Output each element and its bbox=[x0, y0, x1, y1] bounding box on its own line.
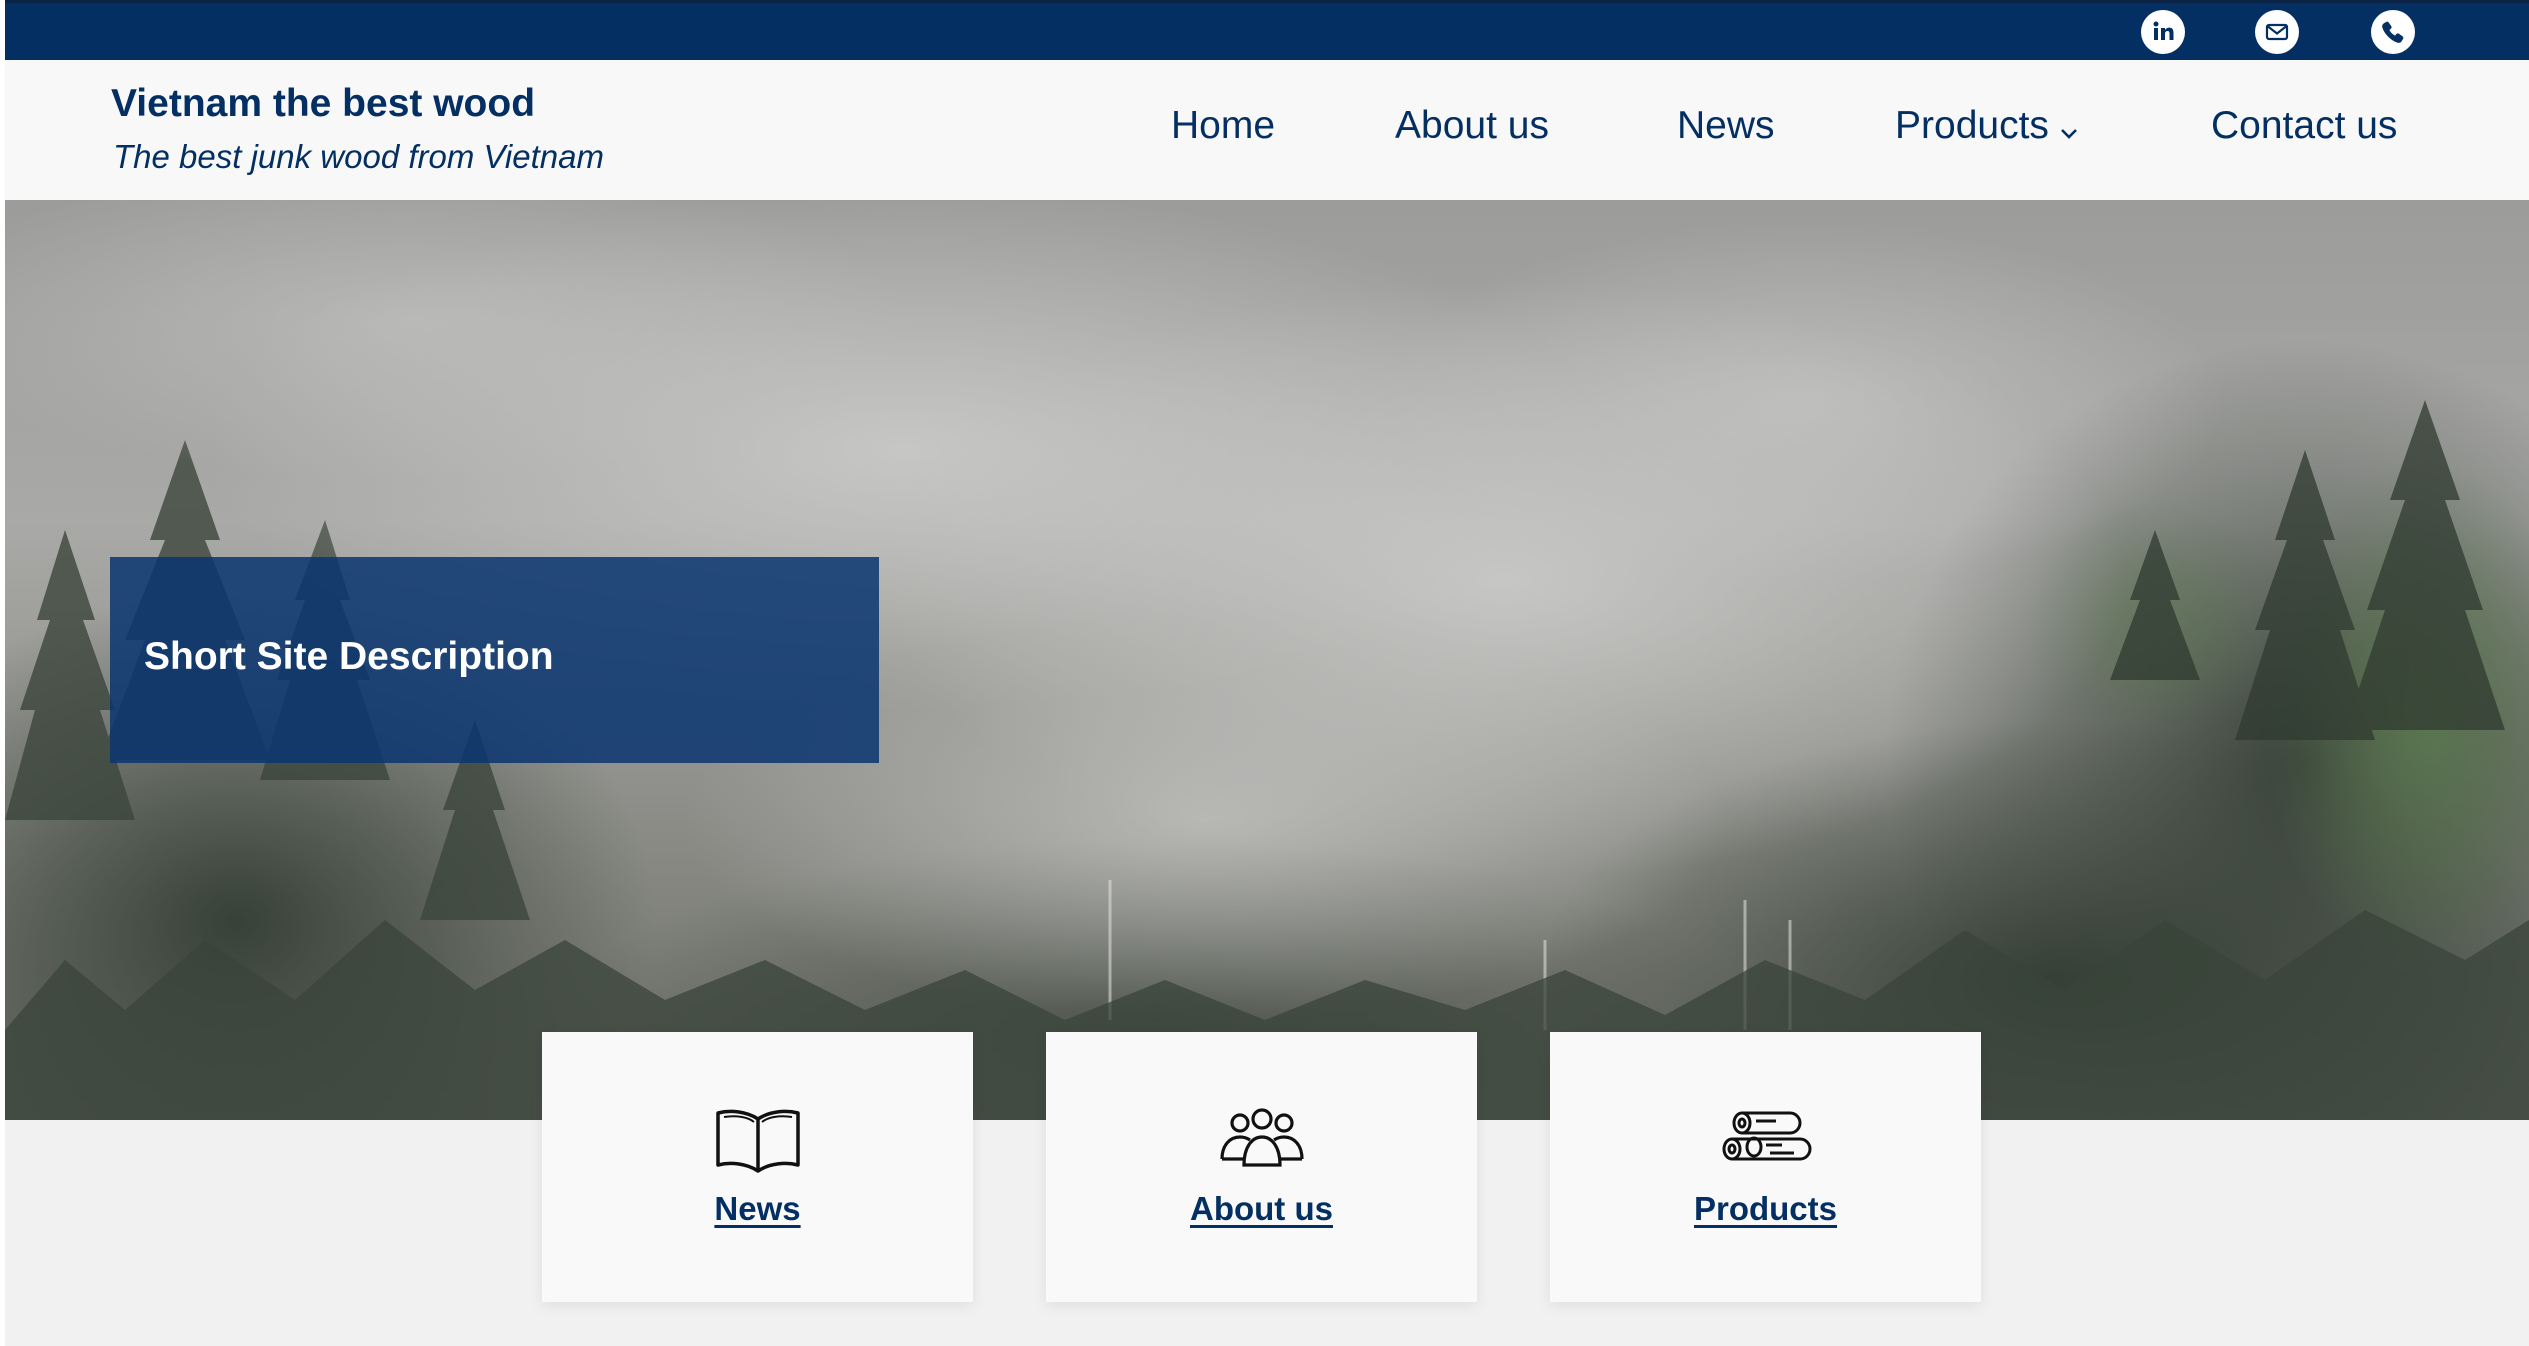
linkedin-icon[interactable] bbox=[2141, 10, 2185, 54]
products-card-link[interactable]: Products bbox=[1550, 1190, 1981, 1228]
nav-products[interactable]: Products bbox=[1895, 104, 2079, 150]
chevron-down-icon bbox=[2059, 106, 2079, 150]
mail-icon[interactable] bbox=[2255, 10, 2299, 54]
nav-home[interactable]: Home bbox=[1171, 104, 1275, 148]
site-description-panel: Short Site Description bbox=[110, 557, 879, 763]
top-bar bbox=[5, 0, 2529, 60]
people-group-icon bbox=[1216, 1107, 1308, 1172]
top-bar-border bbox=[5, 0, 2529, 3]
open-book-icon bbox=[712, 1107, 804, 1178]
about-us-card[interactable]: About us bbox=[1046, 1032, 1477, 1302]
news-card-link[interactable]: News bbox=[542, 1190, 973, 1228]
news-card[interactable]: News bbox=[542, 1032, 973, 1302]
nav-news[interactable]: News bbox=[1677, 104, 1775, 148]
site-title[interactable]: Vietnam the best wood bbox=[111, 82, 535, 126]
about-us-card-link[interactable]: About us bbox=[1046, 1190, 1477, 1228]
nav-products-label: Products bbox=[1895, 104, 2049, 147]
site-header: Vietnam the best wood The best junk wood… bbox=[5, 60, 2529, 200]
products-card[interactable]: Products bbox=[1550, 1032, 1981, 1302]
phone-icon[interactable] bbox=[2371, 10, 2415, 54]
nav-about-us[interactable]: About us bbox=[1395, 104, 1549, 148]
nav-contact-us[interactable]: Contact us bbox=[2211, 104, 2397, 148]
hero-banner: Short Site Description bbox=[5, 200, 2529, 1120]
wood-logs-icon bbox=[1720, 1107, 1812, 1172]
page: Vietnam the best wood The best junk wood… bbox=[5, 0, 2529, 1346]
site-tagline: The best junk wood from Vietnam bbox=[113, 138, 604, 175]
site-description: Short Site Description bbox=[144, 635, 554, 678]
